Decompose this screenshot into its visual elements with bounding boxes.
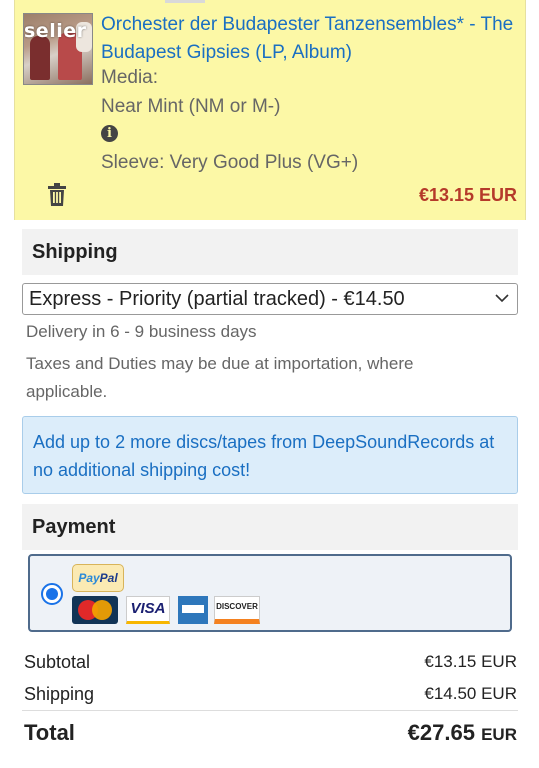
scroll-hint-bar: [165, 0, 205, 3]
media-label: Media:: [101, 67, 159, 88]
media-condition: Near Mint (NM or M-): [101, 96, 281, 117]
chevron-down-icon: [495, 294, 509, 303]
paypal-payment-option[interactable]: PayPal VISA DISCOVER: [28, 554, 512, 632]
shipping-promo-notice: Add up to 2 more discs/tapes from DeepSo…: [22, 416, 518, 494]
mastercard-icon: [72, 596, 118, 624]
payment-heading: Payment: [22, 504, 518, 550]
payment-radio-selected[interactable]: [41, 583, 63, 605]
delivery-estimate: Delivery in 6 - 9 business days: [26, 322, 257, 341]
total-currency: EUR: [481, 725, 517, 744]
shipping-method-select[interactable]: Express - Priority (partial tracked) - €…: [22, 283, 518, 315]
taxes-note: Taxes and Duties may be due at importati…: [26, 354, 414, 401]
thumbnail-watermark: selier: [24, 20, 87, 42]
visa-icon: VISA: [126, 596, 170, 624]
shipping-cost-label: Shipping: [24, 684, 95, 704]
cart-item-card: selier Orchester der Budapester Tanzense…: [14, 0, 526, 220]
paypal-logo: PayPal: [72, 564, 124, 592]
discover-icon: DISCOVER: [214, 596, 260, 624]
info-icon[interactable]: i: [101, 125, 118, 142]
total-label: Total: [24, 720, 75, 745]
item-price: €13.15 EUR: [418, 185, 517, 205]
shipping-cost-value: €14.50 EUR: [424, 684, 517, 703]
amex-icon: [178, 596, 208, 624]
item-title-link[interactable]: Orchester der Budapester Tanzensembles* …: [101, 11, 521, 67]
total-value: €27.65 EUR: [407, 720, 517, 745]
sleeve-condition: Sleeve: Very Good Plus (VG+): [101, 152, 359, 173]
subtotal-label: Subtotal: [24, 652, 91, 672]
totals-divider: [22, 710, 518, 711]
trash-icon[interactable]: [47, 183, 67, 207]
shipping-method-value: Express - Priority (partial tracked) - €…: [29, 288, 405, 310]
shipping-heading: Shipping: [22, 229, 518, 275]
subtotal-value: €13.15 EUR: [424, 652, 517, 671]
album-cover-image[interactable]: selier: [23, 13, 93, 85]
